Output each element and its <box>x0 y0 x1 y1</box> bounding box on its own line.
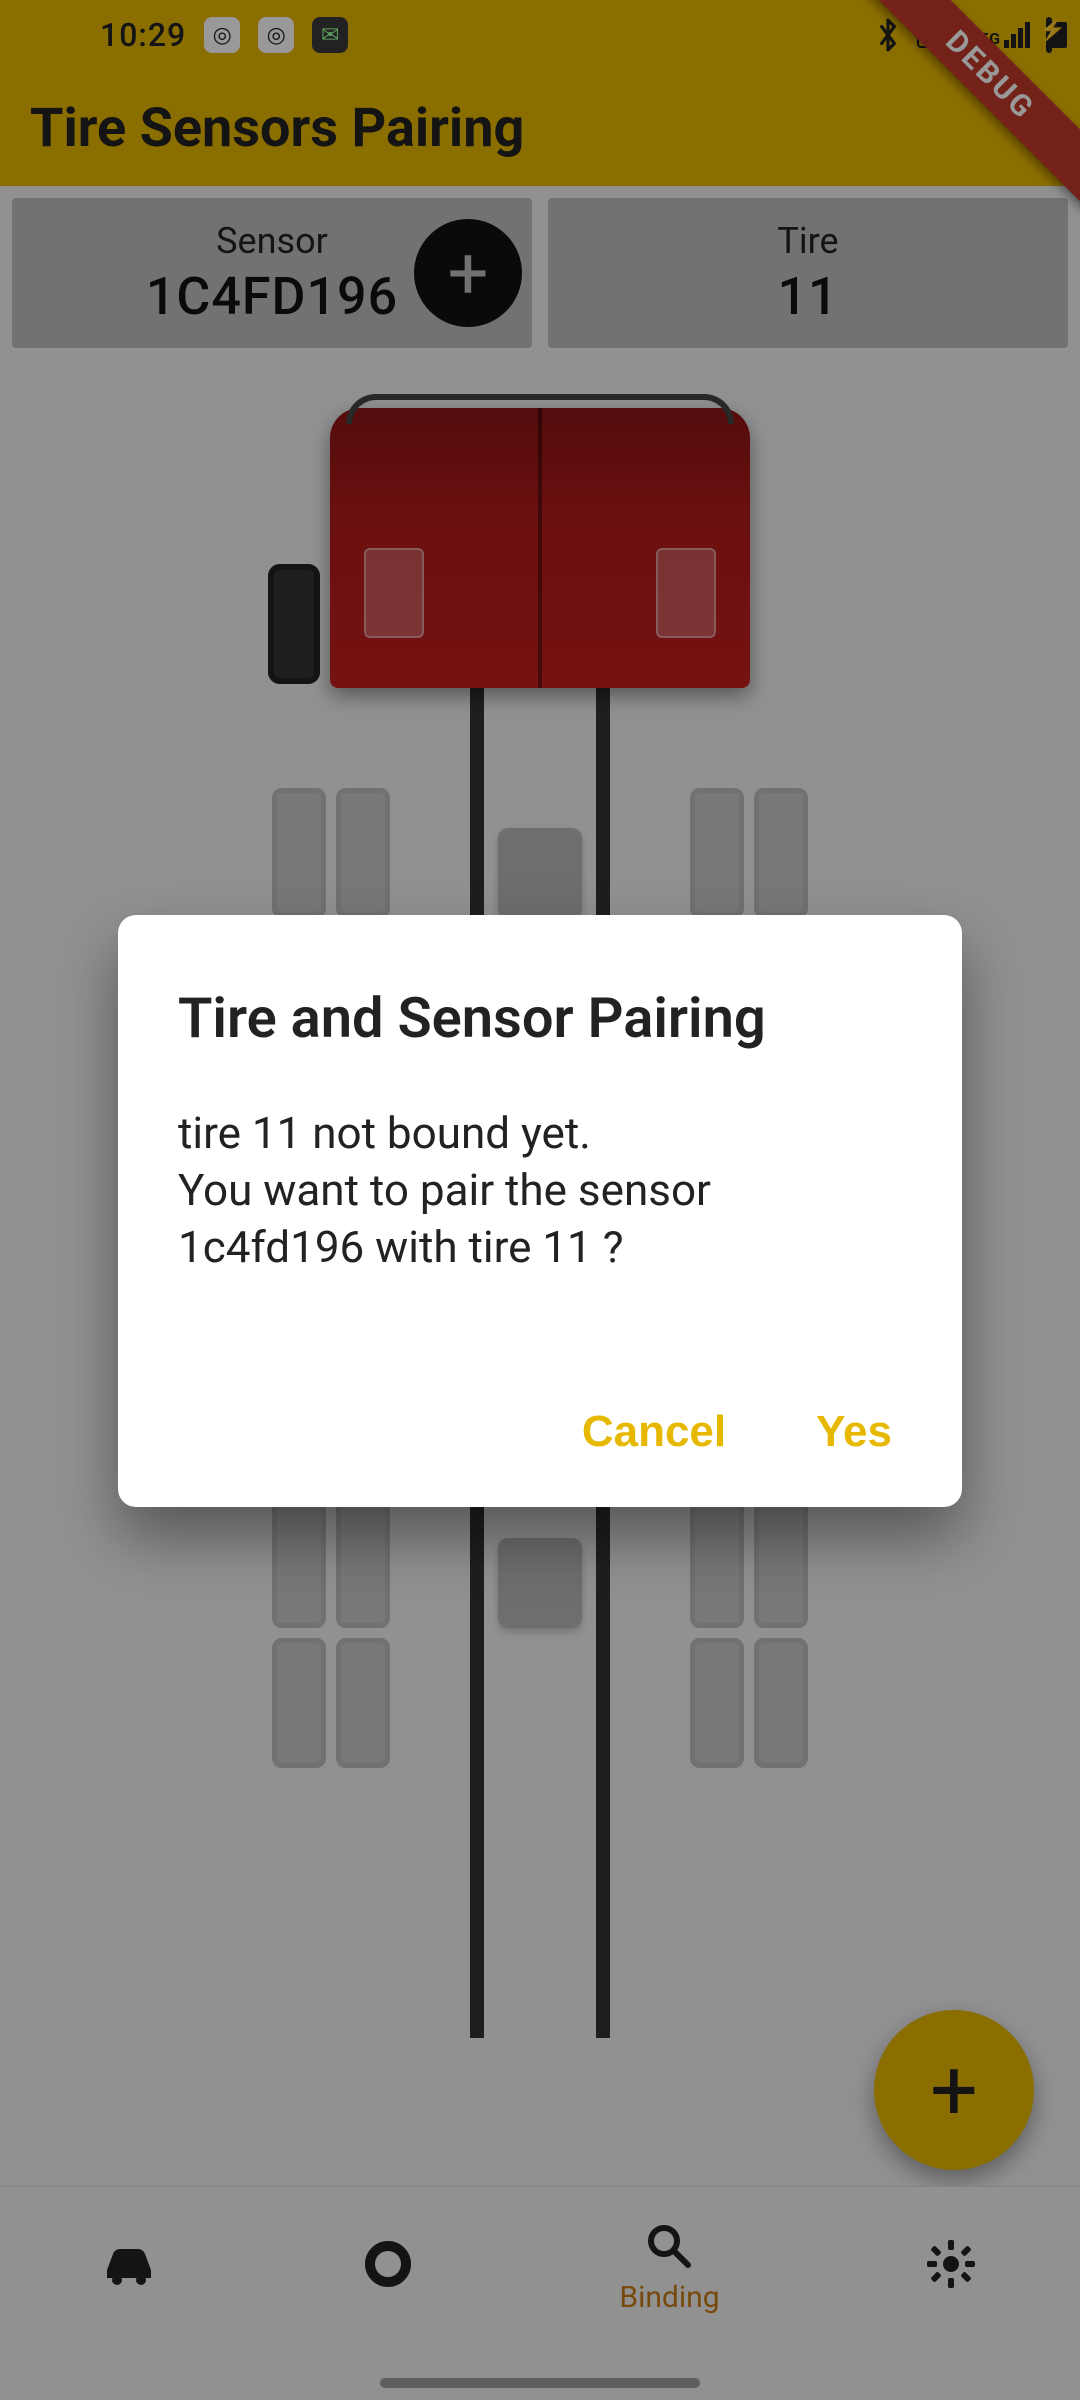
dialog-title: Tire and Sensor Pairing <box>178 985 902 1051</box>
pairing-confirm-dialog: Tire and Sensor Pairing tire 11 not boun… <box>118 915 962 1507</box>
dialog-body: tire 11 not bound yet. You want to pair … <box>178 1105 902 1277</box>
dialog-actions: Cancel Yes <box>178 1407 902 1457</box>
cancel-button[interactable]: Cancel <box>582 1407 726 1457</box>
confirm-button[interactable]: Yes <box>816 1407 892 1457</box>
